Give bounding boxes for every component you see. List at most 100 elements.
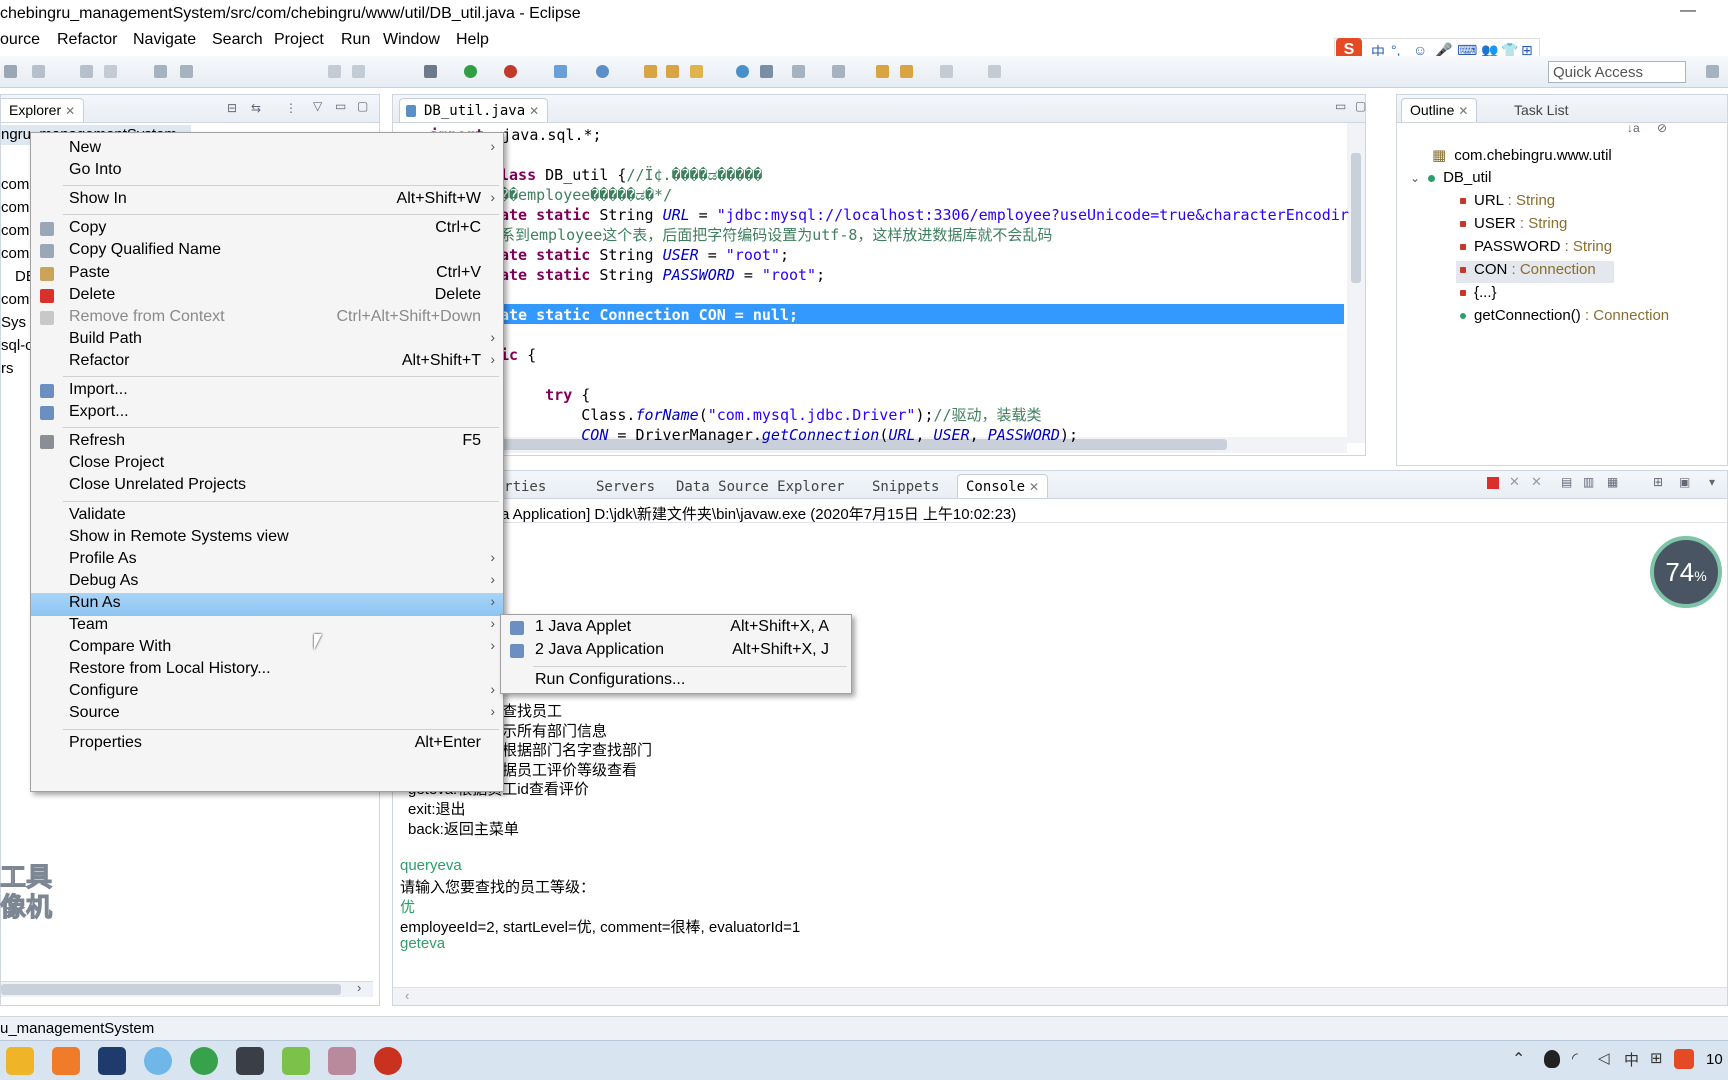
outline-package-row[interactable]: ▦ com.chebingru.www.util: [1432, 146, 1612, 164]
outline-hide-fields-icon[interactable]: ⊘: [1657, 121, 1667, 135]
menu-item-debug-as[interactable]: Debug As ›: [31, 571, 503, 594]
remove-all-icon[interactable]: ✕: [1531, 474, 1542, 490]
menu-item-refresh[interactable]: Refresh F5: [31, 431, 503, 454]
word-wrap-icon[interactable]: ▦: [1607, 475, 1618, 489]
toolbar-new-icon[interactable]: [104, 65, 117, 78]
toolbar-debug-icon[interactable]: [504, 65, 517, 78]
close-icon[interactable]: ✕: [1458, 104, 1468, 118]
file-explorer-taskbar-icon[interactable]: [6, 1047, 34, 1075]
menu-item-profile-as[interactable]: Profile As ›: [31, 549, 503, 572]
toolbar-open-task-icon[interactable]: [690, 65, 703, 78]
eclipse-taskbar-icon[interactable]: [98, 1047, 126, 1075]
outline-class-row[interactable]: ⌄ DB_util: [1410, 169, 1491, 186]
quick-access-input[interactable]: Quick Access: [1548, 61, 1686, 83]
input-tray-icon[interactable]: ⊞: [1650, 1049, 1663, 1067]
outline-member-row[interactable]: getConnection() : Connection: [1460, 307, 1669, 324]
ie-taskbar-icon[interactable]: [190, 1047, 218, 1075]
toolbar-open-type-icon[interactable]: [666, 65, 679, 78]
scroll-right-icon[interactable]: ›: [357, 980, 361, 995]
tray-chevron-up-icon[interactable]: ⌃: [1512, 1049, 1525, 1069]
outline-member-row[interactable]: {...}: [1460, 284, 1497, 301]
toolbar-annotation-icon[interactable]: [792, 65, 805, 78]
app-taskbar-icon[interactable]: [52, 1047, 80, 1075]
toolbar-pin-icon[interactable]: [988, 65, 1001, 78]
link-editor-icon[interactable]: ⇆: [251, 101, 261, 115]
menu-item-refactor[interactable]: Refactor Alt+Shift+T ›: [31, 351, 503, 374]
explorer-scroll-thumb[interactable]: [1, 984, 341, 995]
menu-run[interactable]: Run: [341, 31, 370, 49]
close-icon[interactable]: ✕: [1029, 480, 1039, 494]
editor-vscrollbar[interactable]: [1347, 123, 1365, 443]
menu-item-2-java-application[interactable]: 2 Java Application Alt+Shift+X, J: [501, 640, 851, 663]
display-console-icon[interactable]: ▣: [1679, 475, 1690, 489]
toolbar-step-icon[interactable]: [328, 65, 341, 78]
menu-item-show-in-remote-systems-view[interactable]: Show in Remote Systems view: [31, 527, 503, 550]
toolbar-save-icon[interactable]: [4, 65, 17, 78]
explorer-hscrollbar[interactable]: ›: [1, 980, 373, 997]
sogou-tray-icon[interactable]: [1674, 1049, 1694, 1069]
toolbar-open-folder-icon[interactable]: [644, 65, 657, 78]
menu-item-source[interactable]: Source ›: [31, 703, 503, 726]
minimize-editor-icon[interactable]: ▭: [1335, 99, 1346, 113]
remove-launch-icon[interactable]: ✕: [1509, 474, 1520, 490]
menu-item-export[interactable]: Export...: [31, 402, 503, 425]
toolbar-settings-icon[interactable]: [424, 65, 437, 78]
tab-servers[interactable]: Servers: [587, 474, 664, 498]
menu-item-close-project[interactable]: Close Project: [31, 453, 503, 476]
menu-item-configure[interactable]: Configure ›: [31, 681, 503, 704]
menu-window[interactable]: Window: [383, 31, 440, 49]
menu-item-compare-with[interactable]: Compare With ›: [31, 637, 503, 660]
menu-item-run-configurations[interactable]: Run Configurations...: [501, 670, 851, 693]
menu-source[interactable]: ource: [0, 31, 40, 49]
menu-help[interactable]: Help: [456, 31, 489, 49]
clear-console-icon[interactable]: ▤: [1561, 475, 1572, 489]
view-chevron-down-icon[interactable]: ▽: [313, 99, 322, 113]
collapse-all-icon[interactable]: ⊟: [227, 101, 237, 115]
pin-console-icon[interactable]: ⊞: [1653, 475, 1663, 489]
toolbar-wrap-icon[interactable]: [180, 65, 193, 78]
menu-item-properties[interactable]: Properties Alt+Enter: [31, 733, 503, 756]
clock-text[interactable]: 10: [1706, 1051, 1723, 1068]
minimize-button[interactable]: —: [1680, 2, 1696, 20]
menu-item-run-as[interactable]: Run As ›: [31, 592, 503, 616]
tab-outline[interactable]: Outline ✕: [1401, 98, 1478, 122]
console-hscrollbar[interactable]: ‹: [393, 987, 1727, 1005]
network-app-taskbar-icon[interactable]: [144, 1047, 172, 1075]
menu-item-show-in[interactable]: Show In Alt+Shift+W ›: [31, 189, 503, 212]
toolbar-forward-icon[interactable]: [940, 65, 953, 78]
toolbar-prev-annotation-icon[interactable]: [832, 65, 845, 78]
qq-tray-icon[interactable]: [1544, 1050, 1560, 1068]
volume-tray-icon[interactable]: ◁: [1598, 1049, 1610, 1067]
menu-search[interactable]: Search: [212, 31, 263, 49]
close-icon[interactable]: ✕: [529, 104, 539, 118]
outline-sort-icon[interactable]: ↓a: [1627, 121, 1640, 135]
outline-member-row[interactable]: CON : Connection: [1460, 261, 1596, 278]
menu-item-close-unrelated-projects[interactable]: Close Unrelated Projects: [31, 475, 503, 498]
tab-data-source-explorer[interactable]: Data Source Explorer: [667, 474, 854, 498]
toolbar-last-edit-icon[interactable]: [876, 65, 889, 78]
toolbar-back-icon[interactable]: [900, 65, 913, 78]
menu-refactor[interactable]: Refactor: [57, 31, 117, 49]
scroll-lock-icon[interactable]: ▥: [1583, 475, 1594, 489]
editor-vscroll-thumb[interactable]: [1351, 153, 1361, 283]
chevron-down-icon[interactable]: ▾: [1709, 475, 1715, 489]
maximize-editor-icon[interactable]: ▢: [1355, 99, 1366, 113]
outline-member-row[interactable]: PASSWORD : String: [1460, 238, 1612, 255]
wifi-tray-icon[interactable]: ◜: [1572, 1049, 1578, 1067]
chevron-down-icon[interactable]: ⌄: [1410, 171, 1420, 185]
toolbar-run-icon[interactable]: [464, 65, 477, 78]
menu-navigate[interactable]: Navigate: [133, 31, 196, 49]
360-taskbar-icon[interactable]: [282, 1047, 310, 1075]
toolbar-skip-icon[interactable]: [154, 65, 167, 78]
terminate-icon[interactable]: [1487, 477, 1499, 489]
menu-item-import[interactable]: Import...: [31, 380, 503, 403]
menu-item-copy-qualified-name[interactable]: Copy Qualified Name: [31, 240, 503, 263]
tab-snippets[interactable]: Snippets: [863, 474, 948, 498]
minimize-view-icon[interactable]: ▭: [335, 99, 346, 113]
scroll-left-icon[interactable]: ‹: [405, 988, 409, 1003]
tab-console[interactable]: Console ✕: [957, 474, 1049, 498]
toolbar-search-icon[interactable]: [760, 65, 773, 78]
ime-tray-icon[interactable]: 中: [1624, 1049, 1639, 1070]
close-icon[interactable]: ✕: [65, 104, 75, 118]
toolbar-suspend-icon[interactable]: [352, 65, 365, 78]
